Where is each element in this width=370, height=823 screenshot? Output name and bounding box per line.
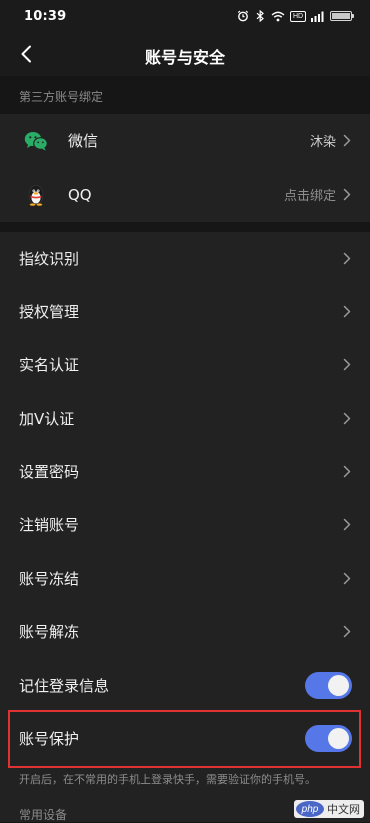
- remember-login-toggle[interactable]: [305, 672, 352, 699]
- wechat-row[interactable]: 微信 沐染: [0, 114, 370, 167]
- status-time: 10:39: [24, 9, 67, 24]
- chevron-right-icon: [342, 518, 352, 532]
- wechat-icon: [24, 129, 48, 153]
- chevron-right-icon: [342, 412, 352, 426]
- battery-icon: [330, 11, 354, 21]
- settings-item-label: 实名认证: [19, 356, 80, 374]
- settings-item-authorization[interactable]: 授权管理: [0, 285, 370, 338]
- chevron-right-icon: [342, 625, 352, 639]
- alarm-icon: [237, 9, 249, 23]
- settings-item-label: 授权管理: [19, 303, 80, 321]
- settings-item-real-name[interactable]: 实名认证: [0, 338, 370, 391]
- qq-label: QQ: [68, 185, 92, 204]
- settings-item-set-password[interactable]: 设置密码: [0, 445, 370, 498]
- settings-item-freeze-account[interactable]: 账号冻结: [0, 552, 370, 605]
- account-protection-row: 账号保护: [0, 712, 370, 765]
- wifi-icon: [271, 9, 285, 23]
- settings-item-label: 加V认证: [19, 410, 75, 428]
- settings-item-label: 账号解冻: [19, 623, 80, 641]
- watermark-logo: php 中文网: [294, 800, 364, 818]
- chevron-right-icon: [342, 252, 352, 266]
- account-protection-label: 账号保护: [19, 730, 80, 748]
- qq-bind-prompt: 点击绑定: [283, 189, 336, 204]
- chevron-right-icon: [342, 188, 352, 202]
- toggle-knob: [328, 728, 349, 749]
- wechat-label: 微信: [68, 132, 99, 150]
- settings-item-v-verification[interactable]: 加V认证: [0, 392, 370, 445]
- toggle-knob: [328, 675, 349, 696]
- qq-row[interactable]: QQ 点击绑定: [0, 168, 370, 221]
- settings-item-fingerprint[interactable]: 指纹识别: [0, 232, 370, 285]
- watermark-text: 中文网: [327, 803, 360, 816]
- chevron-right-icon: [342, 358, 352, 372]
- bluetooth-icon: [254, 9, 266, 23]
- settings-item-label: 账号冻结: [19, 570, 80, 588]
- settings-card: 指纹识别 授权管理 实名认证 加V认证 设置密码 注销账号 账号冻结 账号解冻 …: [0, 232, 370, 822]
- settings-item-label: 设置密码: [19, 463, 80, 481]
- wechat-bound-name: 沐染: [309, 135, 336, 150]
- settings-item-label: 指纹识别: [19, 250, 80, 268]
- settings-item-cancel-account[interactable]: 注销账号: [0, 498, 370, 551]
- top-bar: 账号与安全: [0, 34, 370, 76]
- status-icons: HD: [237, 9, 354, 23]
- status-bar: 10:39 HD: [0, 0, 370, 34]
- signal-icon: [311, 9, 325, 23]
- page-title: 账号与安全: [144, 48, 225, 67]
- qq-penguin-icon: [24, 183, 48, 207]
- settings-item-label: 注销账号: [19, 516, 80, 534]
- third-party-card: 微信 沐染 QQ 点击绑定: [0, 114, 370, 222]
- section-header-third-party: 第三方账号绑定: [19, 90, 104, 104]
- chevron-right-icon: [342, 572, 352, 586]
- chevron-right-icon: [342, 305, 352, 319]
- watermark-oval: php: [296, 801, 324, 817]
- account-protection-toggle[interactable]: [305, 725, 352, 752]
- protection-hint: 开启后，在不常用的手机上登录快手，需要验证你的手机号。: [19, 773, 316, 786]
- remember-login-label: 记住登录信息: [19, 677, 110, 695]
- remember-login-row: 记住登录信息: [0, 659, 370, 712]
- chevron-right-icon: [342, 134, 352, 148]
- chevron-right-icon: [342, 465, 352, 479]
- hd-icon: HD: [290, 10, 306, 22]
- settings-item-unfreeze-account[interactable]: 账号解冻: [0, 605, 370, 658]
- section-header-devices: 常用设备: [19, 808, 68, 822]
